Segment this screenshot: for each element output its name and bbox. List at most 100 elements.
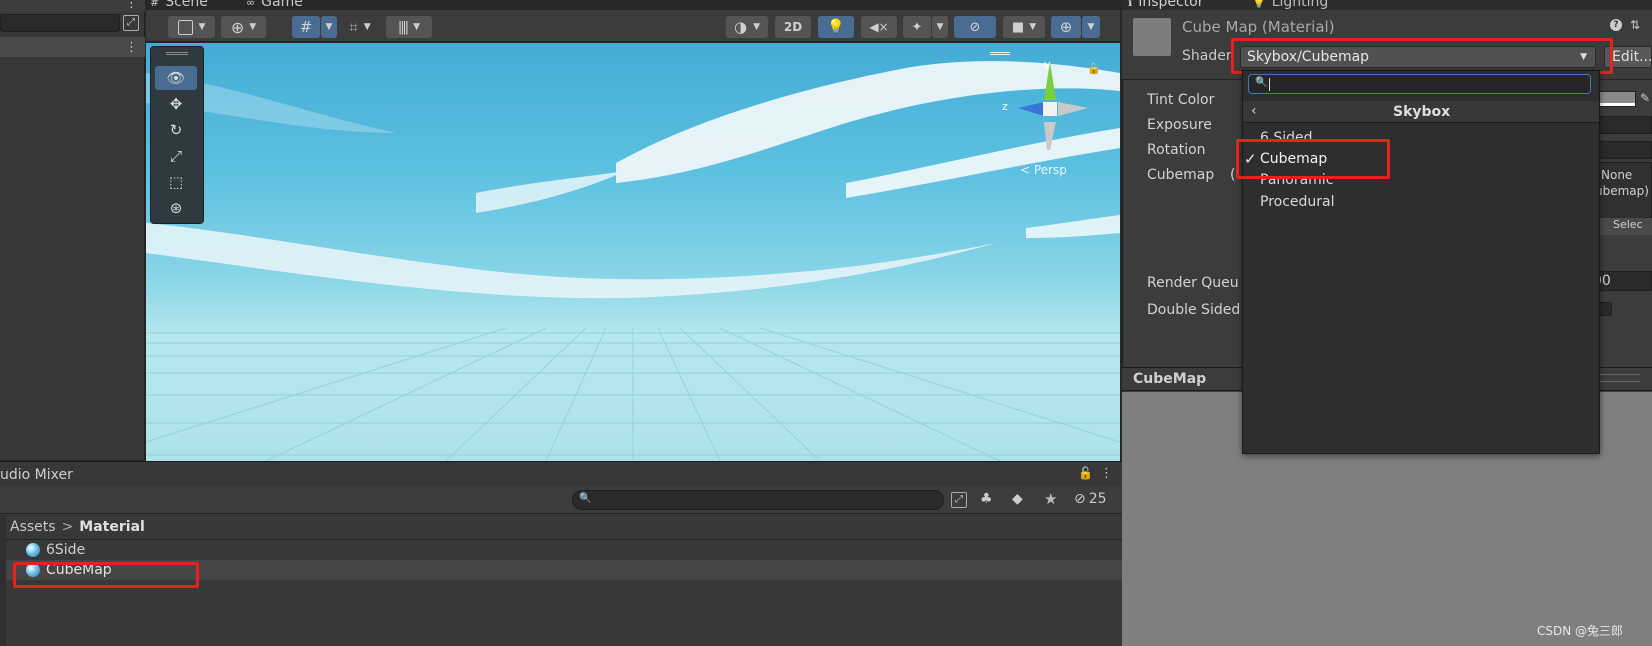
property-label: Render Queu [1147,275,1239,291]
breadcrumb-material[interactable]: Material [79,519,145,535]
asset-name: 6Side [46,542,86,558]
material-title: Cube Map (Material) [1182,18,1335,36]
tab-game[interactable]: ∞ Game [246,0,303,10]
double-sided-toggle[interactable] [1598,302,1612,316]
tab-audio-mixer[interactable]: udio Mixer [0,467,73,483]
more-menu-icon[interactable]: ⋮ [125,40,138,55]
search-icon: 🔍 [579,493,592,504]
project-search-input[interactable]: 🔍 [572,490,944,510]
cubemap-none: None [1601,168,1633,182]
dropdown-header[interactable]: ‹ Skybox [1243,101,1599,123]
menu-item-procedural[interactable]: Procedural [1260,194,1335,210]
ruler-icon: |‖| [397,19,409,35]
help-icon[interactable]: ? [1610,19,1622,31]
lock-icon[interactable]: 🔓 [1078,466,1093,480]
property-label: Cubemap [1147,167,1215,183]
scene-visibility-toggle[interactable]: ⊘ [954,16,996,38]
tab-game-label: Game [261,0,303,10]
shader-dropdown-popup [1242,70,1600,454]
more-menu-icon[interactable]: ⋮ [1100,466,1113,481]
lighting-toggle[interactable]: 💡 [818,16,854,38]
chevron-down-icon: ▼ [325,22,333,32]
gizmos-menu[interactable]: ▼ [1082,16,1100,38]
grid-snap-menu[interactable]: ▼ [321,16,337,38]
gizmos-toggle[interactable]: ⊕ [1051,16,1081,38]
favorite-star-icon[interactable]: ★ [1044,490,1057,508]
search-expand-icon[interactable]: ⤢ [123,15,139,31]
breadcrumb: Assets > Material [10,516,145,538]
globe-icon: ⊕ [230,17,245,37]
grid-snap-icon: # [299,18,313,36]
shading-globe-dropdown[interactable]: ⊕ ▼ [221,16,266,38]
tab-inspector[interactable]: ℹ Inspector [1128,0,1204,10]
scene-gizmo-menu-icon[interactable] [990,52,1010,55]
chevron-down-icon: ▼ [363,22,371,32]
effects-toggle[interactable]: ✦ [903,16,931,38]
rect-tool-button[interactable]: ⬚ [155,170,197,194]
tool-palette-handle[interactable] [166,52,188,55]
tint-color-swatch[interactable] [1598,91,1636,107]
hidden-count: 25 [1088,491,1107,507]
hierarchy-header [0,0,145,12]
move-arrows-icon: ✥ [169,95,183,113]
hierarchy-scene-row[interactable] [0,37,145,57]
cubemap-slot[interactable]: None ubemap) Selec [1592,162,1652,235]
audio-toggle[interactable]: ◀× [861,16,897,38]
scene-viewport[interactable] [146,43,1120,461]
effects-menu[interactable]: ▼ [932,16,948,38]
audio-mute-icon: ◀× [869,20,889,34]
scale-tool-button[interactable]: ⤢ [155,144,197,168]
preset-sliders-icon[interactable]: ⇅ [1630,18,1640,32]
cubemap-select-button[interactable]: Selec [1593,218,1652,235]
shader-label: Shader [1182,48,1232,64]
filter-label-icon[interactable]: ◆ [1012,491,1023,507]
rotation-field[interactable] [1598,141,1652,159]
grid-snap-toggle[interactable]: # [292,16,320,38]
edit-button-label: Edit... [1612,49,1652,65]
ground-grid [146,327,1120,461]
view-tool-button[interactable]: 👁 [155,66,197,90]
scale-icon: ⤢ [169,147,182,165]
persp-label[interactable]: < Persp [1020,163,1067,177]
list-item[interactable]: 6Side [6,540,1122,560]
render-queue-field[interactable]: 00 [1592,271,1652,291]
chevron-left-icon[interactable]: ‹ [1251,103,1257,119]
draw-mode-dropdown[interactable]: ▼ [168,16,215,38]
tab-lighting[interactable]: 💡 Lighting [1252,0,1328,10]
cubemap-paren: ( [1230,167,1236,183]
tab-lighting-label: Lighting [1271,0,1329,10]
highlight-annotation [1236,139,1390,179]
rotate-tool-button[interactable]: ↻ [155,118,197,142]
2d-toggle-button[interactable]: 2D [775,16,811,38]
property-label: Exposure [1147,117,1212,133]
hidden-packages-toggle[interactable]: ⊘ 25 [1074,491,1107,507]
transform-tool-button[interactable]: ⊛ [155,196,197,220]
exposure-field[interactable] [1598,116,1652,134]
search-expand-icon[interactable]: ⤢ [951,492,967,508]
dropdown-header-title: Skybox [1393,104,1451,120]
orientation-gizmo[interactable] [1000,60,1100,150]
gizmo-y-label: y [1044,58,1051,71]
eyedropper-icon[interactable]: ✎ [1640,91,1650,105]
orientation-dropdown[interactable]: ◑ ▼ [726,16,768,38]
increment-snap-toggle[interactable]: ⌗ ▼ [340,16,380,38]
draw-mode-icon [177,19,193,35]
shader-search-input[interactable]: 🔍 [1248,74,1591,94]
ruler-dropdown[interactable]: |‖| ▼ [386,16,432,38]
filter-type-icon[interactable]: ♣ [980,491,993,507]
tab-scene[interactable]: # Scene [150,0,208,10]
chevron-down-icon: ▼ [198,22,206,32]
more-menu-icon[interactable]: ⋮ [125,0,138,11]
breadcrumb-assets[interactable]: Assets [10,519,56,535]
camera-icon: ■ [1011,19,1025,35]
game-controller-icon: ∞ [246,0,256,9]
camera-dropdown[interactable]: ■ ▼ [1003,16,1045,38]
project-tree [0,515,6,646]
hierarchy-search-input[interactable] [0,14,120,32]
chevron-down-icon: ▼ [936,22,944,32]
preview-resize-handle[interactable] [1600,374,1640,382]
lightbulb-icon: 💡 [827,19,845,35]
move-tool-button[interactable]: ✥ [155,92,197,116]
cubemap-type: ubemap) [1595,184,1649,198]
effects-icon: ✦ [911,19,923,35]
